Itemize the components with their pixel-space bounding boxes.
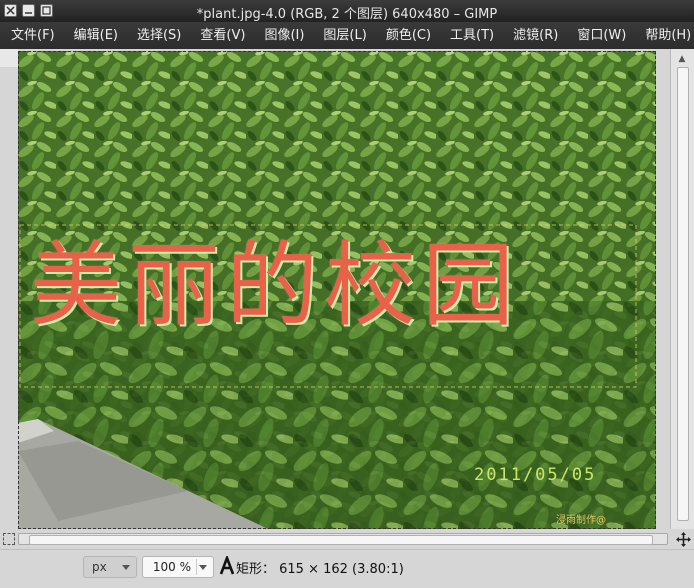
canvas-boundary (18, 51, 656, 529)
menu-select[interactable]: 选择(S) (126, 22, 189, 49)
zoom-value: 100 % (152, 560, 191, 574)
menu-colors[interactable]: 颜色(C) (375, 22, 439, 49)
title-bar: *plant.jpg-4.0 (RGB, 2 个图层) 640x480 – GI… (0, 0, 694, 22)
ruler-corner[interactable] (0, 49, 18, 67)
text-tool-icon (219, 556, 235, 575)
vertical-scrollbar[interactable]: ▲ (670, 49, 694, 529)
menu-file[interactable]: 文件(F) (0, 22, 63, 49)
menu-windows[interactable]: 窗口(W) (566, 22, 634, 49)
horizontal-scrollbar[interactable] (18, 533, 668, 545)
horizontal-scroll-row (0, 531, 694, 547)
vertical-scroll-thumb[interactable] (677, 67, 689, 521)
image-canvas[interactable]: 美丽的校园 2011/05/05 浸雨制作@ (18, 51, 656, 529)
menu-help[interactable]: 帮助(H) (634, 22, 694, 49)
unit-select[interactable]: px (83, 556, 137, 578)
unit-value: px (92, 560, 107, 574)
menu-tools[interactable]: 工具(T) (439, 22, 502, 49)
horizontal-scroll-thumb[interactable] (29, 535, 653, 545)
menu-image[interactable]: 图像(I) (253, 22, 312, 49)
quick-mask-icon[interactable] (3, 533, 15, 545)
scroll-up-icon[interactable]: ▲ (676, 53, 688, 65)
window-title: *plant.jpg-4.0 (RGB, 2 个图层) 640x480 – GI… (196, 7, 498, 22)
menubar: 文件(F) 编辑(E) 选择(S) 查看(V) 图像(I) 图层(L) 颜色(C… (0, 22, 694, 49)
menu-filters[interactable]: 滤镜(R) (502, 22, 566, 49)
image-workspace: 美丽的校园 2011/05/05 浸雨制作@ ▲ (0, 49, 694, 537)
chevron-down-icon (122, 565, 130, 570)
navigate-icon[interactable] (676, 532, 691, 547)
combo-separator (196, 559, 197, 575)
menu-view[interactable]: 查看(V) (189, 22, 253, 49)
status-message: 矩形： 615 × 162 (3.80:1) (236, 562, 404, 577)
chevron-down-icon (199, 565, 207, 570)
menu-edit[interactable]: 编辑(E) (63, 22, 126, 49)
menu-layer[interactable]: 图层(L) (312, 22, 374, 49)
zoom-select[interactable]: 100 % (142, 556, 214, 578)
status-bar: px 100 % 矩形： 615 × 162 (3.80:1) (0, 549, 694, 588)
